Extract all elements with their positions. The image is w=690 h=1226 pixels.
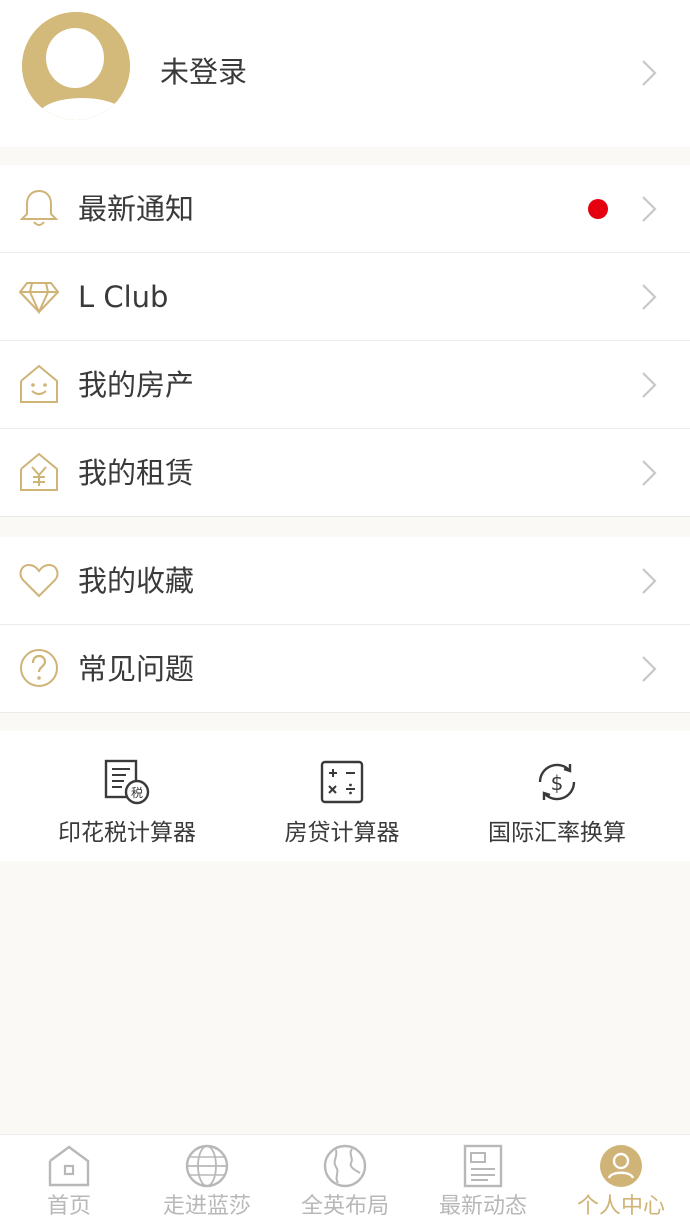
menu-group-misc: 我的收藏 常见问题 bbox=[0, 537, 690, 713]
calculator-icon bbox=[317, 757, 367, 807]
diamond-icon bbox=[18, 275, 60, 317]
default-avatar-icon bbox=[22, 12, 130, 120]
chevron-right-icon bbox=[640, 370, 658, 400]
tool-label: 印花税计算器 bbox=[58, 820, 196, 846]
menu-item-label: 我的收藏 bbox=[78, 564, 195, 598]
tab-profile[interactable]: 个人中心 bbox=[552, 1135, 690, 1226]
menu-item-label: 最新通知 bbox=[78, 192, 195, 226]
house-smile-icon bbox=[18, 363, 60, 405]
profile-header[interactable]: 未登录 bbox=[0, 0, 690, 147]
bottom-tab-bar: 首页 走进蓝莎 全英布局 最新动态 个人中心 bbox=[0, 1134, 690, 1226]
brand-globe-icon bbox=[184, 1143, 230, 1189]
tab-label: 最新动态 bbox=[438, 1194, 527, 1219]
menu-item-my-rental[interactable]: 我的租赁 bbox=[0, 429, 690, 517]
news-icon bbox=[460, 1143, 506, 1189]
tab-label: 全英布局 bbox=[300, 1194, 389, 1219]
tool-label: 房贷计算器 bbox=[284, 820, 400, 846]
tab-home[interactable]: 首页 bbox=[0, 1135, 138, 1226]
tab-label: 走进蓝莎 bbox=[162, 1194, 251, 1219]
currency-exchange-icon: $ bbox=[532, 757, 582, 807]
user-icon bbox=[598, 1143, 644, 1189]
heart-icon bbox=[18, 559, 60, 601]
menu-item-favorites[interactable]: 我的收藏 bbox=[0, 537, 690, 625]
chevron-right-icon bbox=[640, 566, 658, 596]
tab-about[interactable]: 走进蓝莎 bbox=[138, 1135, 276, 1226]
house-yen-icon bbox=[18, 451, 60, 493]
currency-exchange-button[interactable]: $ 国际汇率换算 bbox=[442, 731, 672, 861]
chevron-right-icon bbox=[640, 194, 658, 224]
chevron-right-icon bbox=[640, 458, 658, 488]
svg-text:$: $ bbox=[551, 771, 564, 795]
menu-group-account: 最新通知 L Club 我的房产 我的租赁 bbox=[0, 165, 690, 517]
chevron-right-icon bbox=[640, 282, 658, 312]
menu-item-lclub[interactable]: L Club bbox=[0, 253, 690, 341]
tab-uk-layout[interactable]: 全英布局 bbox=[276, 1135, 414, 1226]
menu-item-faq[interactable]: 常见问题 bbox=[0, 625, 690, 713]
unread-notification-dot bbox=[588, 199, 608, 219]
profile-page: 未登录 最新通知 L Club 我的房产 我的租赁 我的收藏 常见问题 税 印花… bbox=[0, 0, 690, 1226]
tab-news[interactable]: 最新动态 bbox=[414, 1135, 552, 1226]
tool-label: 国际汇率换算 bbox=[488, 820, 626, 846]
tab-label: 首页 bbox=[46, 1194, 91, 1219]
home-icon bbox=[46, 1143, 92, 1189]
login-status-text[interactable]: 未登录 bbox=[160, 52, 247, 92]
menu-item-label: 我的租赁 bbox=[78, 456, 195, 490]
menu-item-notifications[interactable]: 最新通知 bbox=[0, 165, 690, 253]
avatar[interactable] bbox=[22, 12, 130, 120]
stamp-duty-calculator-button[interactable]: 税 印花税计算器 bbox=[12, 731, 242, 861]
menu-item-label: 常见问题 bbox=[78, 652, 195, 686]
mortgage-calculator-button[interactable]: 房贷计算器 bbox=[227, 731, 457, 861]
menu-item-label: L Club bbox=[78, 280, 169, 314]
tab-label: 个人中心 bbox=[576, 1194, 665, 1219]
menu-item-label: 我的房产 bbox=[78, 368, 195, 402]
chevron-right-icon bbox=[640, 58, 658, 88]
tools-panel: 税 印花税计算器 房贷计算器 $ 国际汇率换算 bbox=[0, 731, 690, 861]
tax-document-icon: 税 bbox=[102, 757, 152, 807]
chevron-right-icon bbox=[640, 654, 658, 684]
svg-text:税: 税 bbox=[131, 786, 143, 800]
question-circle-icon bbox=[18, 647, 60, 689]
bell-icon bbox=[18, 187, 60, 229]
menu-item-my-property[interactable]: 我的房产 bbox=[0, 341, 690, 429]
globe-icon bbox=[322, 1143, 368, 1189]
